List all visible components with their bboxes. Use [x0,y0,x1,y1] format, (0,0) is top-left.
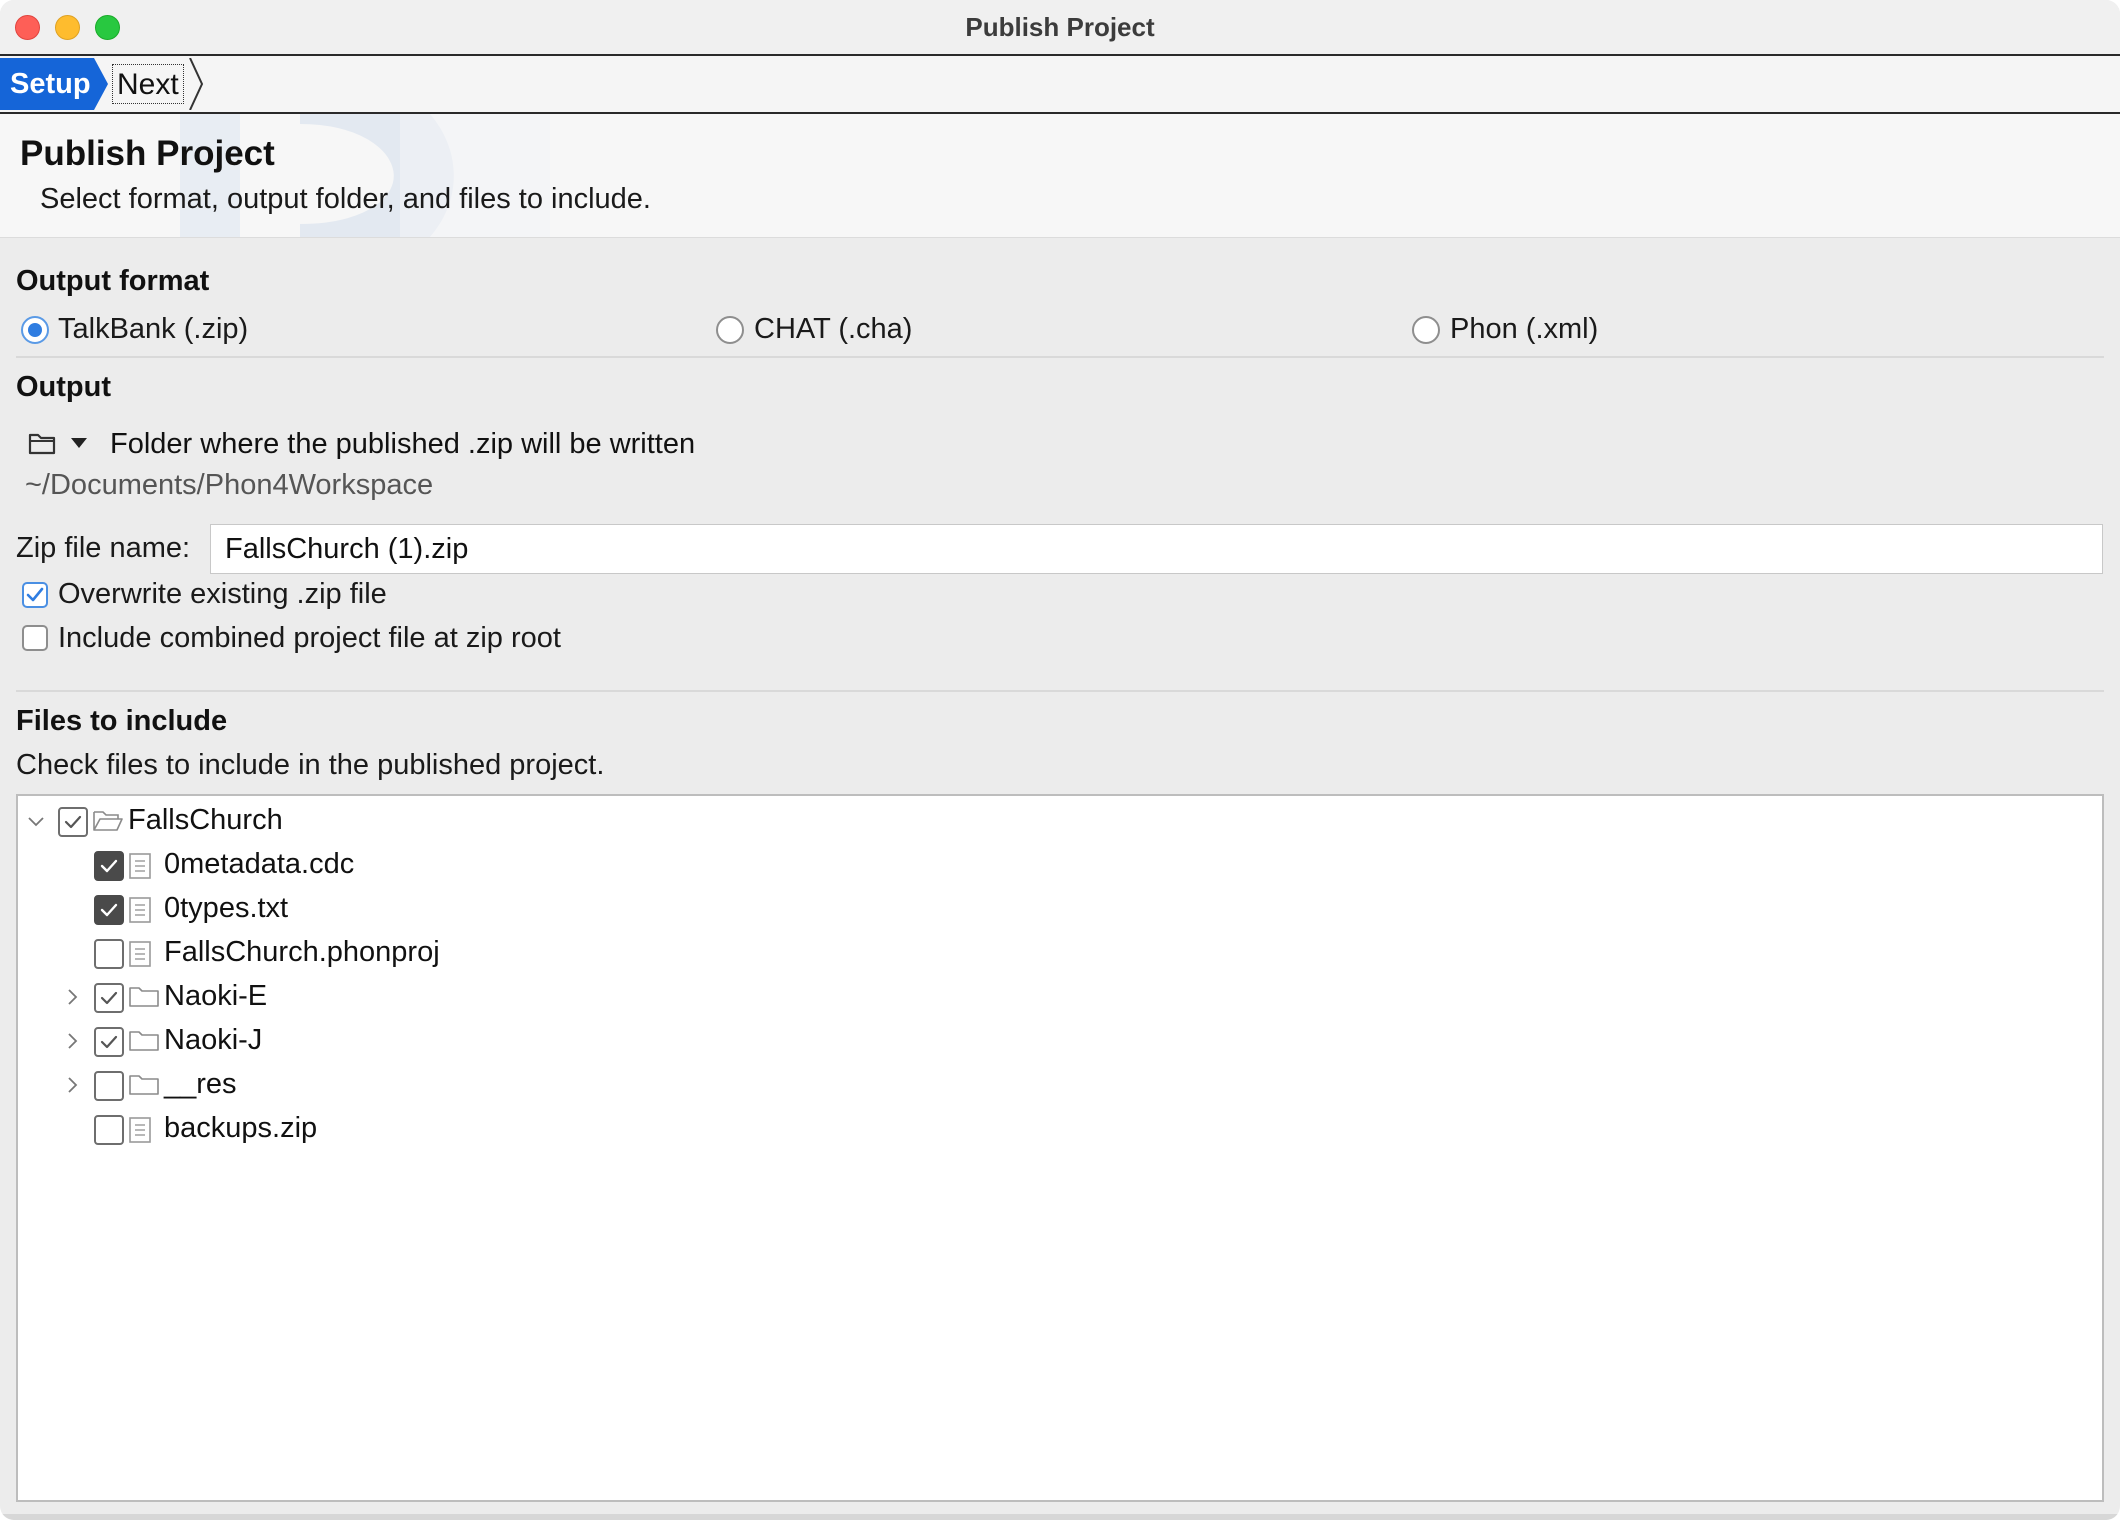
file-icon [129,897,151,923]
tree-checkbox[interactable] [94,851,124,881]
files-title: Files to include [16,705,228,737]
section-divider [16,690,2104,692]
folder-icon [129,1075,159,1095]
folder-icon [129,1031,159,1051]
output-folder-label: Folder where the published .zip will be … [110,428,696,460]
tree-label[interactable]: FallsChurch.phonproj [164,936,440,969]
tree-label[interactable]: __res [164,1068,237,1101]
page-subtitle: Select format, output folder, and files … [40,183,651,215]
output-format-title: Output format [16,265,210,297]
section-divider [16,356,2104,358]
tree-checkbox[interactable] [94,1071,124,1101]
page-header: Publish Project Select format, output fo… [0,114,2120,238]
radio-chat-label[interactable]: CHAT (.cha) [754,313,912,346]
tree-label[interactable]: backups.zip [164,1112,317,1145]
overwrite-checkbox[interactable] [22,582,48,608]
zip-file-name-input[interactable]: FallsChurch (1).zip [210,524,2103,574]
folder-open-icon [93,811,123,831]
tree-checkbox[interactable] [94,895,124,925]
check-icon [100,1035,118,1049]
window-bottom-edge [0,1514,2120,1520]
tree-row[interactable]: FallsChurch.phonproj [18,934,2102,974]
overwrite-label[interactable]: Overwrite existing .zip file [58,578,387,611]
chevron-right-icon[interactable] [62,1031,82,1051]
include-combined-label[interactable]: Include combined project file at zip roo… [58,622,561,655]
check-icon [100,859,118,873]
folder-icon [129,987,159,1007]
chevron-down-icon[interactable] [70,437,88,449]
check-icon [100,903,118,917]
tree-row[interactable]: Naoki-E [18,978,2102,1018]
chevron-down-icon[interactable] [26,811,46,831]
file-icon [129,853,151,879]
file-icon [129,941,151,967]
tree-checkbox[interactable] [94,939,124,969]
tree-label[interactable]: 0types.txt [164,892,288,925]
tree-label[interactable]: Naoki-J [164,1024,262,1057]
wizard-breadcrumb: Setup Next [0,56,2120,114]
tree-row[interactable]: __res [18,1066,2102,1106]
check-icon [26,587,44,602]
files-instructions: Check files to include in the published … [16,749,605,781]
tree-row[interactable]: FallsChurch [18,802,2102,842]
tree-row[interactable]: 0metadata.cdc [18,846,2102,886]
window-title: Publish Project [965,12,1155,42]
page-title: Publish Project [20,134,275,173]
chevron-right-icon[interactable] [62,1075,82,1095]
tree-row[interactable]: Naoki-J [18,1022,2102,1062]
file-icon [129,1117,151,1143]
radio-phon[interactable] [1412,316,1440,344]
radio-phon-label[interactable]: Phon (.xml) [1450,313,1598,346]
output-folder-path: ~/Documents/Phon4Workspace [25,469,434,501]
tree-label[interactable]: 0metadata.cdc [164,848,354,881]
folder-icon[interactable] [28,431,56,455]
tree-checkbox[interactable] [58,807,88,837]
tree-row[interactable]: 0types.txt [18,890,2102,930]
tree-checkbox[interactable] [94,1027,124,1057]
files-tree[interactable]: FallsChurch 0metadata.cdc 0types.txt Fal… [16,794,2104,1502]
output-title: Output [16,371,112,403]
chevron-right-icon[interactable] [62,987,82,1007]
title-bar: Publish Project [0,0,2120,56]
tree-checkbox[interactable] [94,983,124,1013]
zip-file-name-label: Zip file name: [16,532,191,564]
check-icon [64,815,82,829]
check-icon [100,991,118,1005]
header-watermark [180,114,550,237]
radio-talkbank[interactable] [21,316,49,344]
breadcrumb-chevron-icon [189,58,204,110]
tree-checkbox[interactable] [94,1115,124,1145]
radio-chat[interactable] [716,316,744,344]
tree-label[interactable]: Naoki-E [164,980,267,1013]
include-combined-checkbox[interactable] [22,625,48,651]
tree-label[interactable]: FallsChurch [128,804,283,837]
breadcrumb-setup[interactable]: Setup [0,58,108,110]
tree-row[interactable]: backups.zip [18,1110,2102,1150]
publish-project-window: Publish Project Setup Next Publish Proje… [0,0,2120,1520]
radio-talkbank-label[interactable]: TalkBank (.zip) [58,313,248,346]
breadcrumb-next[interactable]: Next [112,64,184,104]
